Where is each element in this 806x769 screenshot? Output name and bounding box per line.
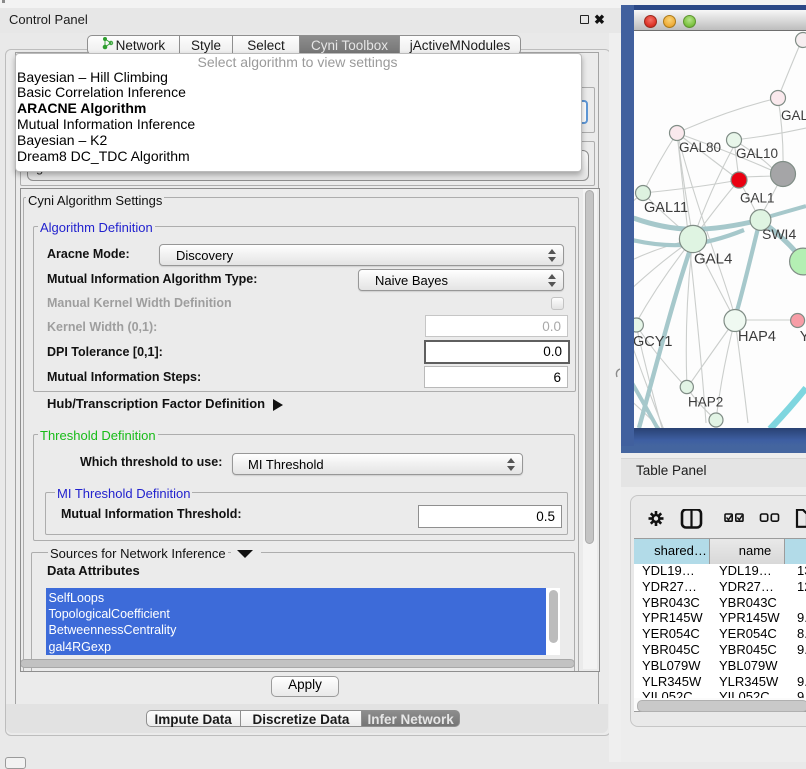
svg-text:Y: Y [800, 329, 806, 345]
svg-text:GAL4: GAL4 [694, 251, 732, 268]
svg-text:SWI4: SWI4 [762, 226, 796, 242]
svg-text:GAL10: GAL10 [736, 146, 778, 161]
svg-text:GAL1: GAL1 [740, 191, 775, 206]
svg-text:GAL: GAL [781, 108, 806, 123]
svg-text:GAL11: GAL11 [644, 200, 688, 216]
svg-text:GCY1: GCY1 [634, 334, 673, 350]
svg-text:HAP4: HAP4 [738, 329, 776, 345]
svg-text:GAL80: GAL80 [679, 140, 721, 155]
svg-text:HAP2: HAP2 [688, 395, 723, 410]
